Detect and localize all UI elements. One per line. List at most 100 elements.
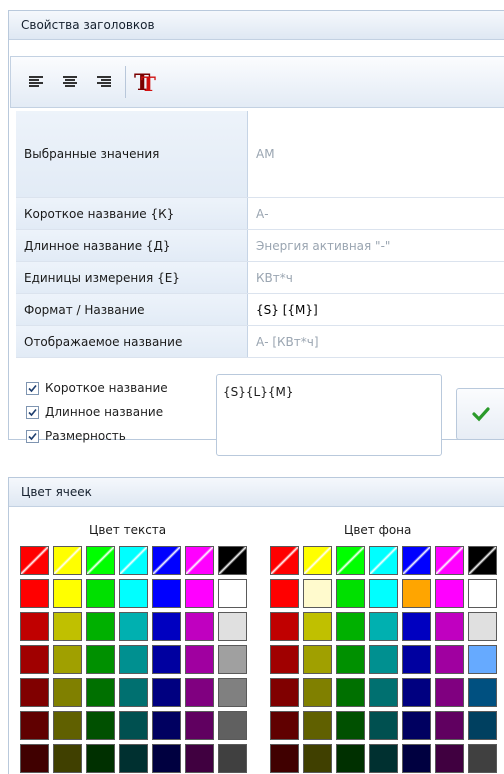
bg-color-swatch[interactable] [303, 645, 332, 674]
text-color-swatch[interactable] [152, 744, 181, 773]
text-color-swatch[interactable] [53, 579, 82, 608]
bg-color-swatch[interactable] [402, 612, 431, 641]
text-color-swatch[interactable] [20, 579, 49, 608]
bg-color-swatch[interactable] [270, 744, 299, 773]
text-color-swatch[interactable] [185, 579, 214, 608]
checkbox-checked-icon[interactable] [26, 381, 39, 395]
prop-value[interactable]: А- [КВт*ч] [248, 326, 504, 357]
bg-color-swatch[interactable] [369, 645, 398, 674]
text-color-swatch[interactable] [86, 612, 115, 641]
prop-value[interactable]: Энергия активная "-" [248, 230, 504, 261]
text-color-swatch[interactable] [53, 711, 82, 740]
bg-color-swatch[interactable] [369, 546, 398, 575]
text-color-swatch[interactable] [119, 612, 148, 641]
text-color-swatch[interactable] [20, 711, 49, 740]
bg-color-swatch[interactable] [435, 678, 464, 707]
text-color-swatch[interactable] [218, 546, 247, 575]
text-color-swatch[interactable] [20, 546, 49, 575]
prop-value-format-input[interactable]: {S} [{M}] [248, 294, 504, 325]
text-color-swatch[interactable] [53, 612, 82, 641]
bg-color-swatch[interactable] [435, 612, 464, 641]
align-right-icon[interactable] [91, 69, 117, 95]
bg-color-swatch[interactable] [468, 612, 497, 641]
font-style-icon[interactable]: TT [132, 69, 158, 95]
bg-color-swatch[interactable] [435, 744, 464, 773]
bg-color-swatch[interactable] [270, 678, 299, 707]
text-color-swatch[interactable] [53, 546, 82, 575]
bg-color-swatch[interactable] [303, 744, 332, 773]
text-color-swatch[interactable] [53, 744, 82, 773]
text-color-swatch[interactable] [86, 711, 115, 740]
bg-color-swatch[interactable] [336, 546, 365, 575]
prop-value[interactable]: А- [248, 198, 504, 229]
bg-color-swatch[interactable] [435, 546, 464, 575]
bg-color-swatch[interactable] [435, 579, 464, 608]
bg-color-swatch[interactable] [468, 744, 497, 773]
text-color-swatch[interactable] [119, 546, 148, 575]
bg-color-swatch[interactable] [270, 612, 299, 641]
bg-color-swatch[interactable] [468, 546, 497, 575]
bg-color-swatch[interactable] [402, 711, 431, 740]
bg-color-swatch[interactable] [369, 579, 398, 608]
align-center-icon[interactable] [57, 69, 83, 95]
format-template-textarea[interactable]: {S}{L}{M} [216, 374, 442, 456]
text-color-swatch[interactable] [86, 546, 115, 575]
text-color-swatch[interactable] [152, 579, 181, 608]
checkbox-long-name[interactable]: Длинное название [26, 401, 168, 423]
text-color-swatch[interactable] [20, 744, 49, 773]
text-color-swatch[interactable] [185, 546, 214, 575]
text-color-swatch[interactable] [119, 744, 148, 773]
text-color-swatch[interactable] [185, 612, 214, 641]
align-left-icon[interactable] [23, 69, 49, 95]
checkbox-checked-icon[interactable] [26, 429, 39, 443]
prop-value[interactable]: АМ [248, 111, 504, 197]
text-color-swatch[interactable] [218, 645, 247, 674]
bg-color-swatch[interactable] [270, 546, 299, 575]
bg-color-swatch[interactable] [336, 744, 365, 773]
text-color-swatch[interactable] [119, 579, 148, 608]
bg-color-swatch[interactable] [303, 546, 332, 575]
bg-color-swatch[interactable] [468, 711, 497, 740]
bg-color-swatch[interactable] [468, 678, 497, 707]
text-color-swatch[interactable] [86, 645, 115, 674]
text-color-swatch[interactable] [152, 711, 181, 740]
text-color-swatch[interactable] [152, 678, 181, 707]
bg-color-swatch[interactable] [336, 612, 365, 641]
bg-color-swatch[interactable] [402, 744, 431, 773]
bg-color-swatch[interactable] [270, 711, 299, 740]
bg-color-swatch[interactable] [402, 546, 431, 575]
bg-color-swatch[interactable] [270, 579, 299, 608]
text-color-swatch[interactable] [185, 678, 214, 707]
bg-color-swatch[interactable] [303, 711, 332, 740]
text-color-swatch[interactable] [119, 711, 148, 740]
text-color-swatch[interactable] [185, 744, 214, 773]
bg-color-swatch[interactable] [435, 711, 464, 740]
bg-color-swatch[interactable] [303, 612, 332, 641]
bg-color-swatch[interactable] [336, 678, 365, 707]
text-color-swatch[interactable] [218, 612, 247, 641]
checkbox-short-name[interactable]: Короткое название [26, 377, 168, 399]
apply-button[interactable] [456, 388, 504, 440]
text-color-swatch[interactable] [20, 612, 49, 641]
text-color-swatch[interactable] [86, 678, 115, 707]
bg-color-swatch[interactable] [435, 645, 464, 674]
bg-color-swatch[interactable] [336, 645, 365, 674]
bg-color-swatch[interactable] [402, 579, 431, 608]
text-color-swatch[interactable] [218, 579, 247, 608]
text-color-swatch[interactable] [185, 645, 214, 674]
text-color-swatch[interactable] [152, 645, 181, 674]
prop-value[interactable]: КВт*ч [248, 262, 504, 293]
text-color-swatch[interactable] [218, 744, 247, 773]
bg-color-swatch[interactable] [303, 678, 332, 707]
text-color-swatch[interactable] [53, 645, 82, 674]
bg-color-swatch[interactable] [369, 711, 398, 740]
text-color-swatch[interactable] [119, 678, 148, 707]
text-color-swatch[interactable] [152, 546, 181, 575]
bg-color-swatch[interactable] [303, 579, 332, 608]
bg-color-swatch[interactable] [369, 612, 398, 641]
bg-color-swatch[interactable] [402, 678, 431, 707]
text-color-swatch[interactable] [185, 711, 214, 740]
bg-color-swatch[interactable] [402, 645, 431, 674]
text-color-swatch[interactable] [20, 645, 49, 674]
text-color-swatch[interactable] [152, 612, 181, 641]
